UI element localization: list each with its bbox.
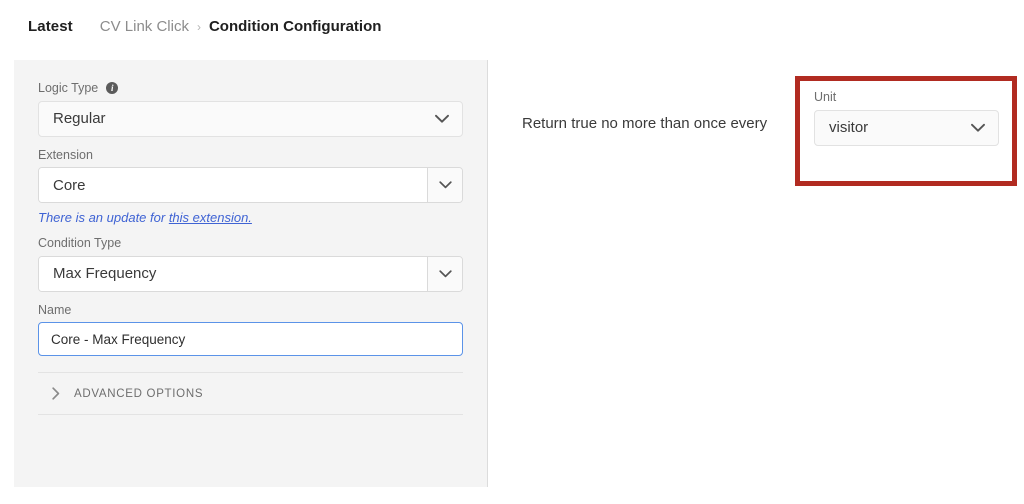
extension-label-row: Extension [38, 147, 463, 162]
unit-label: Unit [814, 90, 837, 104]
name-label: Name [38, 302, 72, 317]
advanced-options-toggle[interactable]: ADVANCED OPTIONS [38, 373, 463, 414]
configuration-panels: Logic Type i Regular Extension Core Ther… [14, 60, 1017, 487]
extension-update-link[interactable]: this extension. [169, 210, 252, 225]
frequency-sentence: Return true no more than once every [522, 115, 768, 132]
breadcrumb-latest: Latest [28, 18, 73, 35]
name-input[interactable]: Core - Max Frequency [38, 322, 463, 356]
breadcrumb-parent-link[interactable]: CV Link Click [100, 18, 189, 35]
logic-type-label-row: Logic Type i [38, 82, 463, 95]
name-input-value: Core - Max Frequency [51, 331, 186, 347]
logic-type-select[interactable]: Regular [38, 100, 463, 137]
breadcrumb: Latest CV Link Click › Condition Configu… [28, 18, 381, 35]
condition-type-dropdown-button[interactable] [427, 256, 462, 291]
breadcrumb-separator-icon: › [196, 20, 201, 34]
field-condition-type: Condition Type Max Frequency [38, 237, 463, 292]
logic-type-value: Regular [53, 110, 106, 127]
unit-value: visitor [829, 119, 869, 136]
field-unit: Unit visitor [814, 91, 999, 146]
chevron-down-icon [435, 114, 449, 123]
condition-type-value: Max Frequency [39, 256, 427, 291]
chevron-right-icon [52, 387, 60, 400]
field-logic-type: Logic Type i Regular [38, 82, 463, 137]
extension-update-text: There is an update for [38, 210, 169, 225]
field-extension: Extension Core There is an update for th… [38, 147, 463, 225]
condition-type-label-row: Condition Type [38, 237, 463, 250]
condition-settings-panel: Logic Type i Regular Extension Core Ther… [14, 60, 488, 487]
extension-dropdown-button[interactable] [427, 168, 462, 202]
form-divider-bottom [38, 414, 463, 415]
extension-select[interactable]: Core [38, 167, 463, 203]
extension-value: Core [39, 168, 427, 202]
field-name: Name Core - Max Frequency [38, 302, 463, 356]
breadcrumb-current: Condition Configuration [208, 18, 382, 35]
condition-form: Logic Type i Regular Extension Core Ther… [14, 60, 487, 415]
unit-highlight-box: Unit visitor [795, 76, 1017, 186]
info-icon[interactable]: i [106, 82, 119, 95]
condition-type-select[interactable]: Max Frequency [38, 255, 463, 292]
advanced-options-label: ADVANCED OPTIONS [74, 387, 204, 400]
unit-select[interactable]: visitor [814, 109, 999, 146]
condition-type-label: Condition Type [38, 236, 122, 250]
extension-label: Extension [38, 147, 93, 162]
name-label-row: Name [38, 302, 463, 317]
chevron-down-icon [971, 123, 985, 132]
logic-type-label: Logic Type [38, 81, 99, 95]
condition-details-panel: Return true no more than once every Unit… [490, 60, 1017, 487]
extension-update-note: There is an update for this extension. [38, 210, 463, 225]
